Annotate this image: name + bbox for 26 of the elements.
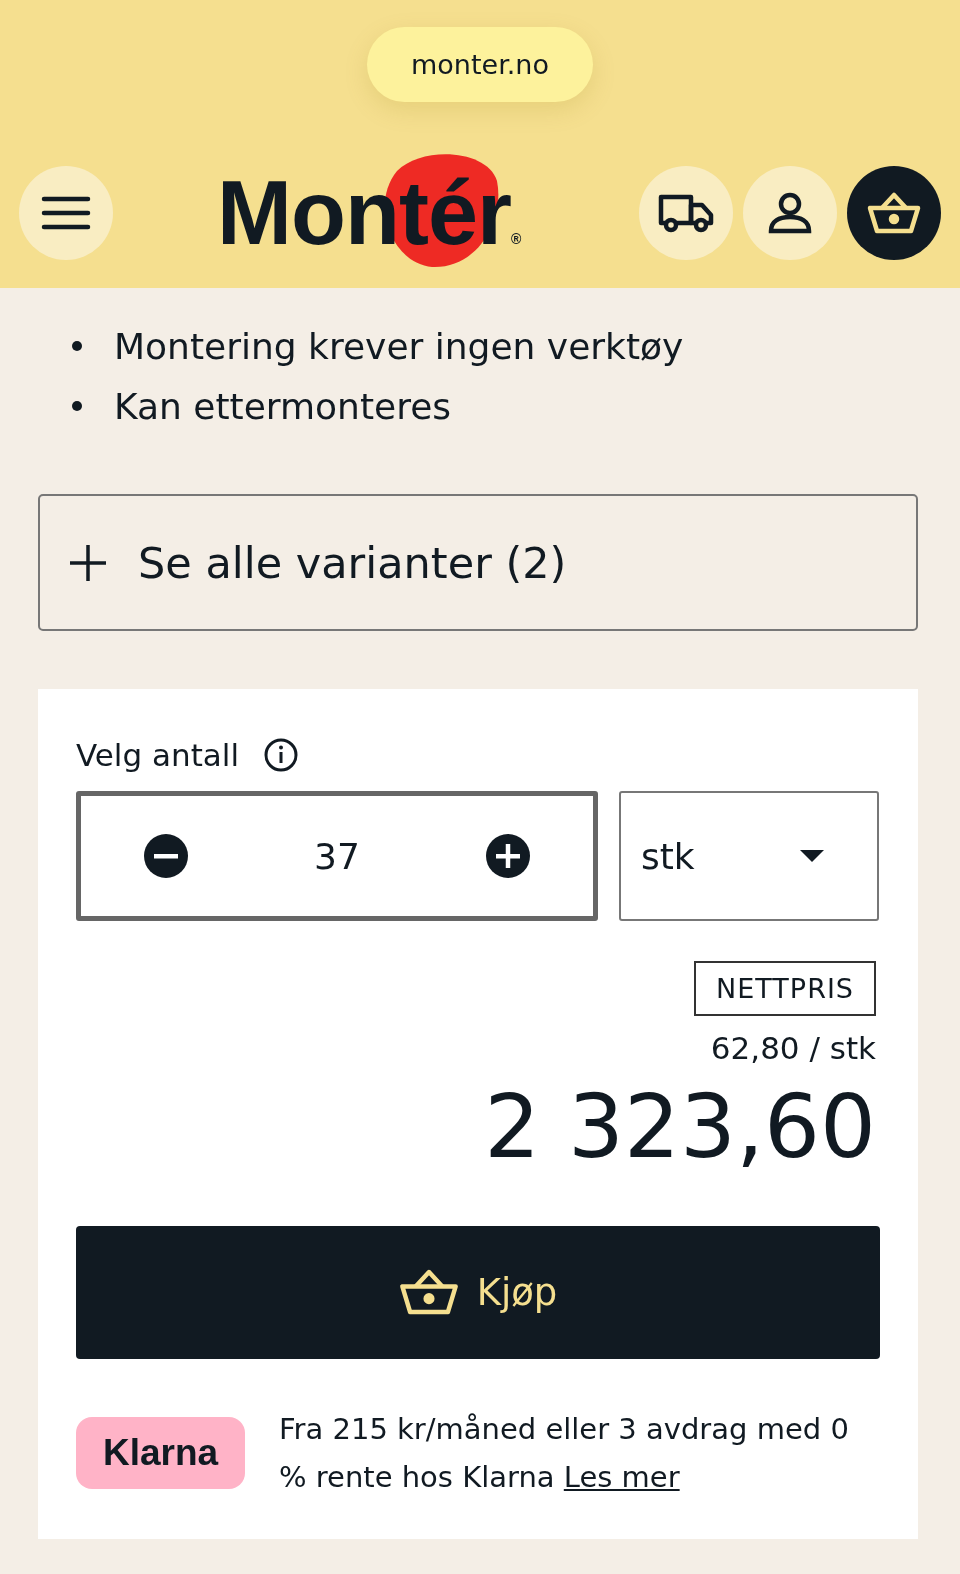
buy-button[interactable]: Kjøp bbox=[76, 1225, 880, 1359]
person-icon bbox=[768, 192, 812, 234]
quantity-label: Velg antall bbox=[76, 737, 240, 773]
quantity-stepper[interactable]: 37 bbox=[76, 791, 598, 921]
variants-button[interactable]: Se alle varianter (2) bbox=[38, 494, 918, 631]
basket-icon bbox=[867, 191, 921, 235]
feature-text: Kan ettermonteres bbox=[114, 385, 452, 427]
bullet-icon bbox=[72, 341, 82, 351]
plus-icon bbox=[68, 542, 108, 583]
feature-text: Montering krever ingen verktøy bbox=[114, 325, 684, 367]
caret-icon bbox=[799, 849, 825, 863]
total-price: 2 323,60 bbox=[484, 1074, 876, 1180]
url-bar[interactable]: monter.no bbox=[367, 27, 593, 102]
menu-icon bbox=[41, 195, 91, 231]
klarna-badge: Klarna bbox=[76, 1416, 245, 1489]
truck-icon bbox=[658, 193, 714, 233]
read-more-link[interactable]: Les mer bbox=[563, 1459, 680, 1494]
info-icon[interactable] bbox=[263, 737, 300, 773]
klarna-text: Fra 215 kr/måned eller 3 avdrag med 0 % rente hos Klarna Les mer bbox=[279, 1410, 849, 1496]
unit-price: 62,80 / stk bbox=[710, 1030, 876, 1066]
quantity-value: 37 bbox=[314, 835, 360, 877]
plus-icon[interactable] bbox=[485, 833, 531, 879]
unit-select[interactable]: stk bbox=[619, 791, 879, 921]
bullet-icon bbox=[72, 401, 82, 411]
minus-icon[interactable] bbox=[143, 833, 189, 879]
price-badge: NETTPRIS bbox=[694, 961, 876, 1016]
